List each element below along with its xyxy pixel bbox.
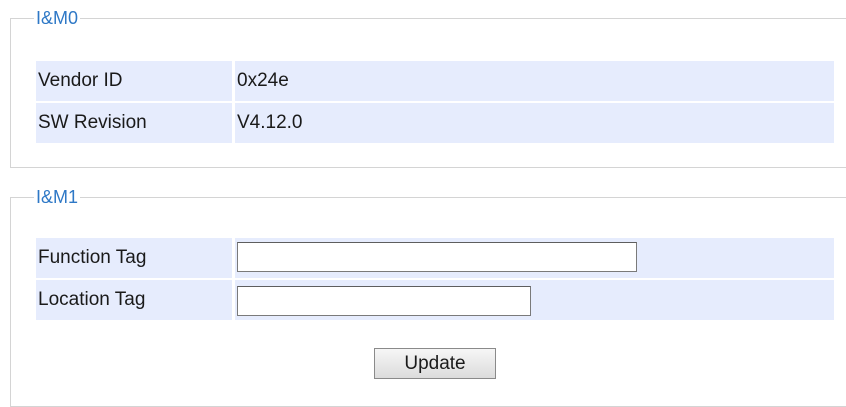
im0-legend: I&M0	[34, 8, 81, 28]
vendor-id-label: Vendor ID	[38, 70, 123, 91]
vendor-id-value: 0x24e	[237, 70, 289, 91]
sw-revision-row: SW Revision V4.12.0	[36, 103, 834, 143]
location-tag-input[interactable]	[237, 286, 531, 316]
function-tag-input[interactable]	[237, 242, 637, 272]
im1-legend: I&M1	[34, 187, 81, 207]
sw-revision-label: SW Revision	[38, 112, 147, 133]
location-tag-row: Location Tag	[36, 280, 834, 320]
sw-revision-value: V4.12.0	[237, 112, 303, 133]
update-button[interactable]: Update	[374, 348, 496, 379]
vendor-id-row: Vendor ID 0x24e	[36, 61, 834, 101]
function-tag-label: Function Tag	[38, 247, 147, 268]
function-tag-row: Function Tag	[36, 238, 834, 278]
location-tag-label: Location Tag	[38, 289, 146, 310]
